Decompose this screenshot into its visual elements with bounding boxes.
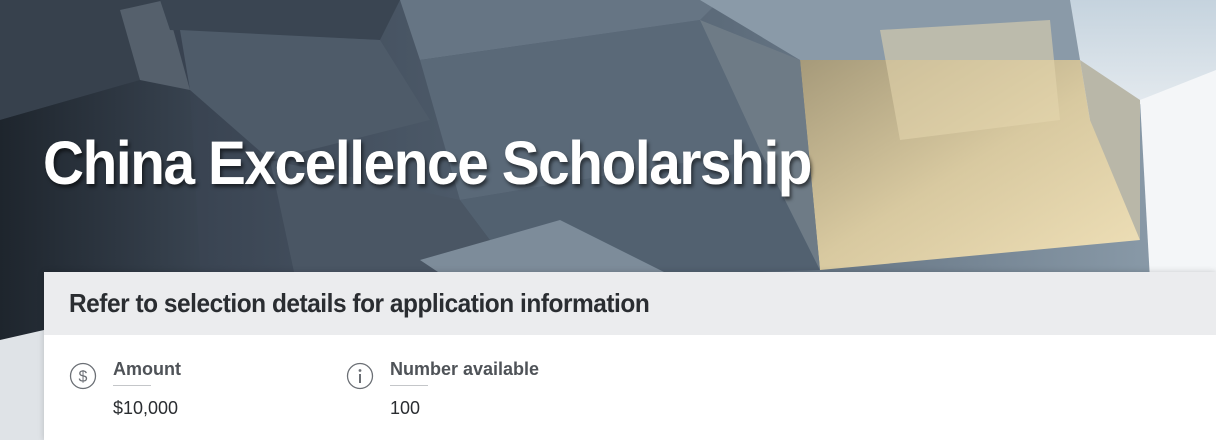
dollar-circle-icon: $ xyxy=(69,362,97,390)
fact-amount: $ Amount $10,000 xyxy=(69,359,181,419)
fact-divider xyxy=(390,385,428,386)
fact-amount-label: Amount xyxy=(113,359,181,379)
page-title: China Excellence Scholarship xyxy=(43,129,812,197)
scholarship-info-card: Refer to selection details for applicati… xyxy=(44,272,1216,440)
fact-number-label: Number available xyxy=(390,359,540,379)
fact-number-value: 100 xyxy=(390,398,421,418)
fact-number-available: Number available 100 xyxy=(346,359,539,419)
fact-amount-value: $10,000 xyxy=(113,398,179,418)
hero-banner: China Excellence Scholarship Refer to se… xyxy=(0,0,1216,440)
fact-divider xyxy=(113,385,151,386)
info-circle-icon xyxy=(346,362,374,390)
card-header-text: Refer to selection details for applicati… xyxy=(69,288,650,318)
card-header: Refer to selection details for applicati… xyxy=(44,272,1216,335)
key-facts: $ Amount $10,000 Number available 100 xyxy=(44,335,1216,440)
svg-text:$: $ xyxy=(79,369,88,386)
